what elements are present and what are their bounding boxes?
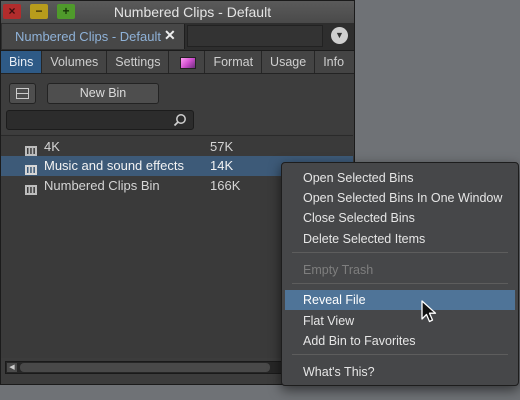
tab-dropdown[interactable] — [187, 25, 323, 47]
menu-separator — [292, 354, 508, 355]
menu-item-add-bin-to-favorites[interactable]: Add Bin to Favorites — [282, 331, 518, 351]
bins-toolbar: New Bin — [1, 74, 354, 134]
project-tabs: Bins Volumes Settings Format Usage Info — [1, 51, 354, 74]
scrollbar-thumb[interactable] — [20, 363, 270, 372]
menu-item-flat-view[interactable]: Flat View — [282, 311, 518, 331]
menu-item-close-selected-bins[interactable]: Close Selected Bins — [282, 208, 518, 228]
new-bin-button[interactable]: New Bin — [47, 83, 159, 104]
document-tab-close-icon[interactable]: ✕ — [164, 27, 176, 44]
menu-item-open-in-one-window[interactable]: Open Selected Bins In One Window — [282, 188, 518, 208]
bin-size: 166K — [210, 178, 241, 193]
menu-separator — [292, 252, 508, 253]
document-tab[interactable]: Numbered Clips - Default ✕ — [2, 24, 185, 49]
document-tab-row: Numbered Clips - Default ✕ ▼ — [1, 23, 354, 51]
tab-volumes[interactable]: Volumes — [42, 51, 108, 73]
tab-settings[interactable]: Settings — [107, 51, 170, 73]
document-tab-label: Numbered Clips - Default — [15, 29, 161, 44]
tab-info[interactable]: Info — [315, 51, 352, 73]
mouse-pointer-icon — [421, 300, 437, 327]
search-input[interactable] — [6, 110, 194, 130]
bin-size: 14K — [210, 158, 234, 173]
menu-item-open-selected-bins[interactable]: Open Selected Bins — [282, 168, 518, 188]
view-toggle-icon — [16, 88, 29, 99]
tab-color[interactable] — [169, 51, 206, 73]
bin-size: 57K — [210, 139, 234, 154]
panel-menu-icon[interactable]: ▼ — [331, 27, 348, 44]
menu-separator — [292, 283, 508, 284]
color-swatch-icon — [180, 57, 197, 69]
scroll-left-icon[interactable]: ◀ — [7, 363, 17, 372]
bin-name: Music and sound effects — [44, 158, 184, 173]
view-toggle-button[interactable] — [9, 83, 36, 104]
tab-bins[interactable]: Bins — [1, 51, 43, 73]
context-menu: Open Selected Bins Open Selected Bins In… — [281, 162, 519, 386]
search-icon[interactable] — [173, 113, 187, 130]
menu-item-empty-trash: Empty Trash — [303, 263, 374, 277]
bin-icon — [25, 181, 37, 201]
bin-name: Numbered Clips Bin — [44, 178, 160, 193]
menu-item-delete-selected-items[interactable]: Delete Selected Items — [282, 229, 518, 249]
bin-row[interactable]: 4K 57K — [1, 137, 353, 157]
menu-item-whats-this[interactable]: What's This? — [282, 362, 518, 382]
tab-format[interactable]: Format — [205, 51, 263, 73]
window-title: Numbered Clips - Default — [113, 4, 272, 20]
menu-item-reveal-file[interactable]: Reveal File — [285, 290, 515, 310]
bin-name: 4K — [44, 139, 60, 154]
tab-usage[interactable]: Usage — [262, 51, 316, 73]
title-bar[interactable]: × − + Numbered Clips - Default — [1, 1, 354, 24]
